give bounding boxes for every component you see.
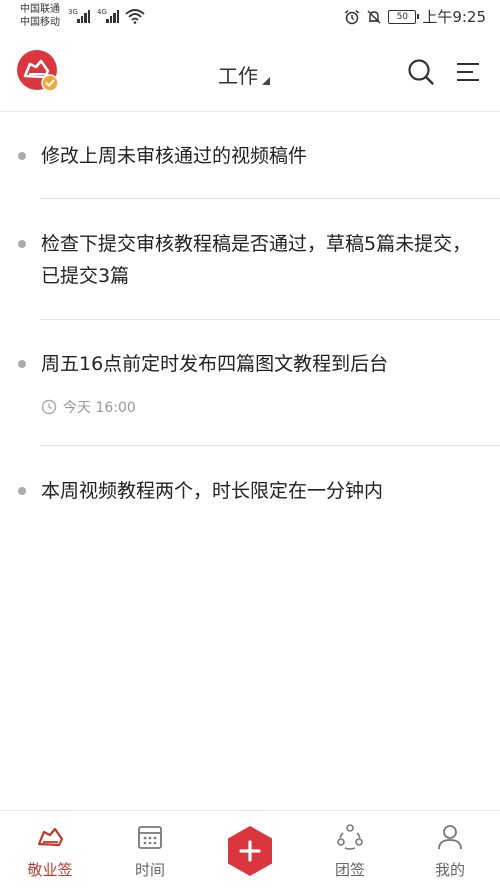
- signal-icon: [106, 9, 119, 23]
- reminder-time-text: 今天 16:00: [63, 400, 136, 416]
- search-button[interactable]: [407, 58, 435, 86]
- nav-tab-time[interactable]: 时间: [100, 811, 200, 888]
- nav-tab-team[interactable]: 团签: [300, 811, 400, 888]
- task-text: 本周视频教程两个，时长限定在一分钟内: [41, 480, 384, 502]
- bullet-icon: [18, 360, 26, 368]
- carrier-info: 中国联通 中国移动: [20, 3, 60, 29]
- nav-tab-profile[interactable]: 我的: [400, 811, 500, 888]
- dropdown-caret-icon: [262, 77, 270, 85]
- task-text: 修改上周未审核通过的视频稿件: [41, 145, 308, 167]
- bullet-icon: [18, 240, 26, 248]
- status-bar: 中国联通 中国移动 3G 4G 50 上午9:25: [0, 0, 500, 34]
- mute-icon: [367, 10, 381, 23]
- battery-icon: 50: [388, 9, 420, 24]
- task-text: 检查下提交审核教程稿是否通过，草稿5篇未提交，已提交3篇: [41, 233, 472, 287]
- calendar-icon: [138, 826, 162, 849]
- carrier-1: 中国联通: [20, 4, 60, 15]
- carrier-2: 中国移动: [20, 17, 60, 28]
- logo-icon: [37, 827, 64, 847]
- task-list: 修改上周未审核通过的视频稿件 检查下提交审核教程稿是否通过，草稿5篇未提交，已提…: [0, 112, 500, 536]
- nav-label: 时间: [134, 861, 165, 879]
- nav-label: 我的: [434, 861, 465, 879]
- app-header: 工作: [0, 34, 500, 112]
- clock-icon: [41, 399, 57, 415]
- signal-icon: [77, 9, 90, 23]
- bottom-nav: 敬业签 时间 团签 我的: [0, 810, 500, 888]
- page-title: 工作: [218, 64, 258, 88]
- user-icon: [438, 825, 462, 850]
- battery-level: 50: [396, 11, 409, 22]
- nav-tab-home[interactable]: 敬业签: [0, 811, 100, 888]
- nav-label: 敬业签: [27, 861, 73, 879]
- bullet-icon: [18, 487, 26, 495]
- task-item[interactable]: 修改上周未审核通过的视频稿件: [0, 112, 500, 199]
- task-text: 周五16点前定时发布四篇图文教程到后台: [41, 353, 389, 375]
- bullet-icon: [18, 152, 26, 160]
- alarm-icon: [345, 9, 360, 24]
- menu-icon: [457, 63, 479, 81]
- wifi-icon: [125, 9, 145, 24]
- nav-label: 团签: [334, 861, 365, 879]
- app-logo-icon[interactable]: [17, 50, 59, 92]
- category-selector[interactable]: 工作: [218, 60, 270, 89]
- team-icon: [337, 824, 363, 850]
- add-button[interactable]: [226, 825, 274, 877]
- task-item[interactable]: 周五16点前定时发布四篇图文教程到后台 今天 16:00: [0, 320, 500, 446]
- reminder-time: 今天 16:00: [41, 397, 136, 417]
- task-item[interactable]: 检查下提交审核教程稿是否通过，草稿5篇未提交，已提交3篇: [0, 199, 500, 320]
- clock: 上午9:25: [422, 8, 486, 26]
- menu-button[interactable]: [455, 60, 481, 84]
- task-item[interactable]: 本周视频教程两个，时长限定在一分钟内: [0, 446, 500, 536]
